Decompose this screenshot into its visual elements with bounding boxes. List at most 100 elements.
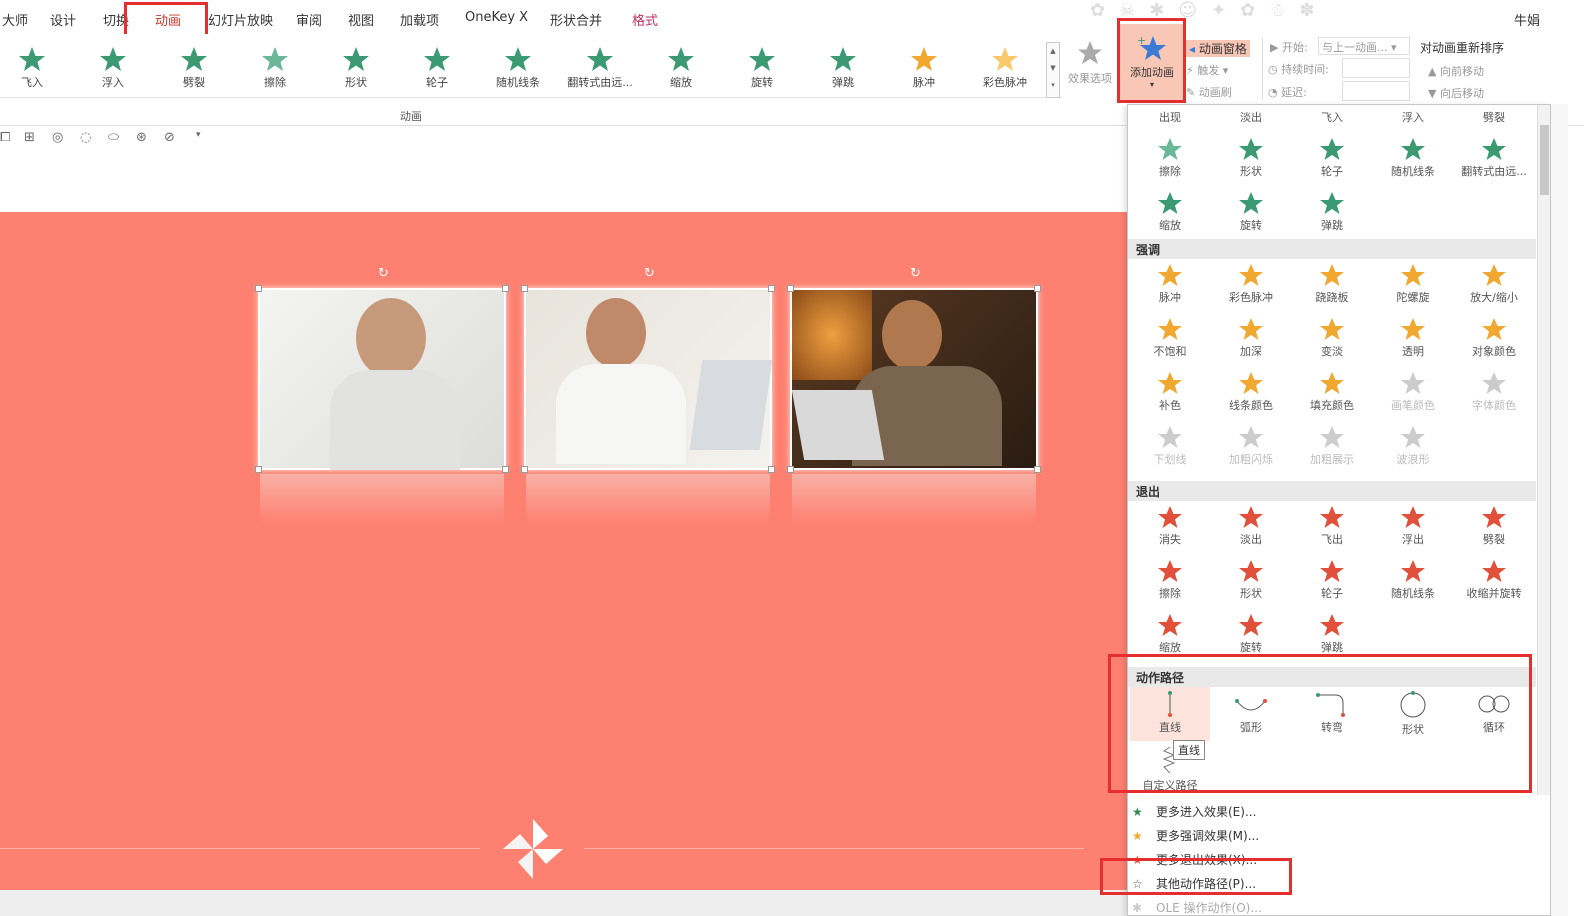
tab-format[interactable]: 格式 [632, 10, 658, 29]
entrance-item[interactable]: 浮入 [1373, 109, 1453, 125]
entrance-item[interactable]: 飞入 [1292, 109, 1372, 125]
tab-review[interactable]: 审阅 [296, 10, 322, 29]
resize-handle[interactable] [521, 285, 528, 292]
tab-onekey[interactable]: OneKey X [465, 10, 528, 25]
resize-handle[interactable] [502, 466, 509, 473]
exit-item[interactable]: 旋转 [1211, 613, 1291, 655]
exit-item[interactable]: 缩放 [1130, 613, 1210, 655]
resize-handle[interactable] [787, 285, 794, 292]
exit-item[interactable]: 轮子 [1292, 559, 1372, 601]
resize-handle[interactable] [255, 466, 262, 473]
tab-addins[interactable]: 加载项 [400, 10, 439, 29]
entrance-item[interactable]: 随机线条 [1373, 137, 1453, 179]
tab-master[interactable]: 大师 [2, 10, 28, 29]
entrance-item[interactable]: 形状 [1211, 137, 1291, 179]
emphasis-item[interactable]: 彩色脉冲 [1211, 263, 1291, 305]
gallery-item[interactable]: 彩色脉冲 [970, 46, 1040, 90]
tab-view[interactable]: 视图 [348, 10, 374, 29]
animation-painter-button[interactable]: ✎ 动画刷 [1186, 84, 1232, 100]
tab-shape-merge[interactable]: 形状合并 [550, 10, 602, 29]
window-scrollbar[interactable] [1551, 104, 1568, 916]
effect-options-button[interactable]: 效果选项 [1066, 40, 1114, 86]
entrance-item[interactable]: 旋转 [1211, 191, 1291, 233]
gallery-scroll[interactable]: ▲ ▼ ▾ [1046, 42, 1060, 98]
gallery-item[interactable]: 脉冲 [889, 46, 959, 90]
more-entrance-effects[interactable]: ★ 更多进入效果(E)... [1132, 803, 1256, 820]
exit-item[interactable]: 收缩并旋转 [1454, 559, 1534, 601]
emphasis-item[interactable]: 填充颜色 [1292, 371, 1372, 413]
gallery-item[interactable]: 浮入 [78, 46, 148, 90]
entrance-item[interactable]: 淡出 [1211, 109, 1291, 125]
resize-handle[interactable] [521, 466, 528, 473]
delay-input[interactable] [1342, 81, 1410, 101]
panel-scrollbar[interactable] [1537, 105, 1550, 795]
resize-handle[interactable] [768, 466, 775, 473]
emphasis-item[interactable]: 透明 [1373, 317, 1453, 359]
gallery-item[interactable]: 旋转 [727, 46, 797, 90]
resize-handle[interactable] [255, 285, 262, 292]
gallery-item[interactable]: 随机线条 [483, 46, 553, 90]
emphasis-item[interactable]: 线条颜色 [1211, 371, 1291, 413]
exit-item[interactable]: 消失 [1130, 505, 1210, 547]
resize-handle[interactable] [768, 285, 775, 292]
animation-pane-button[interactable]: ◂ 动画窗格 [1186, 40, 1250, 57]
trigger-button[interactable]: ⚡ 触发 ▾ [1186, 62, 1228, 78]
distribute-icon[interactable]: ⊞ [24, 130, 35, 145]
emphasis-item[interactable]: 跷跷板 [1292, 263, 1372, 305]
exit-item[interactable]: 擦除 [1130, 559, 1210, 601]
emphasis-item[interactable]: 补色 [1130, 371, 1210, 413]
scrollbar-thumb[interactable] [1540, 125, 1549, 195]
emphasis-item[interactable]: 不饱和 [1130, 317, 1210, 359]
entrance-item[interactable]: 轮子 [1292, 137, 1372, 179]
align-icon[interactable]: ⧠ [0, 130, 10, 145]
photo-man-laptop[interactable]: ↻ [787, 266, 1041, 524]
emphasis-item[interactable]: 加深 [1211, 317, 1291, 359]
entrance-item[interactable]: 弹跳 [1292, 191, 1372, 233]
emphasis-item[interactable]: 放大/缩小 [1454, 263, 1534, 305]
emphasis-item[interactable]: 对象颜色 [1454, 317, 1534, 359]
intersect-icon[interactable]: ⊛ [136, 130, 147, 145]
emphasis-item[interactable]: 脉冲 [1130, 263, 1210, 305]
fragment-icon[interactable]: ⬭ [108, 130, 119, 145]
emphasis-item[interactable]: 陀螺旋 [1373, 263, 1453, 305]
photo-man-smiling[interactable]: ↻ [255, 266, 509, 524]
combine-icon[interactable]: ◌ [80, 130, 91, 145]
move-later-button[interactable]: ▼ 向后移动 [1428, 85, 1484, 101]
gallery-item[interactable]: 缩放 [646, 46, 716, 90]
entrance-item[interactable]: 缩放 [1130, 191, 1210, 233]
move-earlier-button[interactable]: ▲ 向前移动 [1428, 63, 1484, 79]
tab-slideshow[interactable]: 幻灯片放映 [208, 10, 273, 29]
entrance-item[interactable]: 出现 [1130, 109, 1210, 125]
exit-item[interactable]: 浮出 [1373, 505, 1453, 547]
emphasis-item[interactable]: 变淡 [1292, 317, 1372, 359]
gallery-item[interactable]: 弹跳 [808, 46, 878, 90]
exit-item[interactable]: 形状 [1211, 559, 1291, 601]
entrance-item[interactable]: 翻转式由远... [1454, 137, 1534, 179]
start-select[interactable]: 与上一动画... ▾ [1318, 37, 1410, 55]
photo-man-phone[interactable]: ↻ [521, 266, 775, 524]
user-name[interactable]: 牛娟 [1514, 10, 1540, 29]
rotate-handle-icon[interactable]: ↻ [910, 266, 921, 281]
gallery-item[interactable]: 形状 [321, 46, 391, 90]
resize-handle[interactable] [1034, 466, 1041, 473]
tab-design[interactable]: 设计 [50, 10, 76, 29]
exit-item[interactable]: 弹跳 [1292, 613, 1372, 655]
exit-item[interactable]: 随机线条 [1373, 559, 1453, 601]
exit-item[interactable]: 飞出 [1292, 505, 1372, 547]
resize-handle[interactable] [1034, 285, 1041, 292]
rotate-handle-icon[interactable]: ↻ [378, 266, 389, 281]
gallery-item[interactable]: 擦除 [240, 46, 310, 90]
gallery-item[interactable]: 飞入 [0, 46, 67, 90]
entrance-item[interactable]: 劈裂 [1454, 109, 1534, 125]
more-emphasis-effects[interactable]: ★ 更多强调效果(M)... [1132, 827, 1259, 844]
slide-canvas[interactable]: ↻ ↻ ↻ [0, 212, 1128, 890]
entrance-item[interactable]: 擦除 [1130, 137, 1210, 179]
more-icon[interactable]: ▾ [196, 130, 201, 140]
duration-input[interactable] [1342, 58, 1410, 78]
gallery-item[interactable]: 轮子 [402, 46, 472, 90]
exit-item[interactable]: 劈裂 [1454, 505, 1534, 547]
union-icon[interactable]: ◎ [52, 130, 63, 145]
gallery-item[interactable]: 翻转式由远... [562, 46, 638, 90]
gallery-item[interactable]: 劈裂 [159, 46, 229, 90]
exit-item[interactable]: 淡出 [1211, 505, 1291, 547]
